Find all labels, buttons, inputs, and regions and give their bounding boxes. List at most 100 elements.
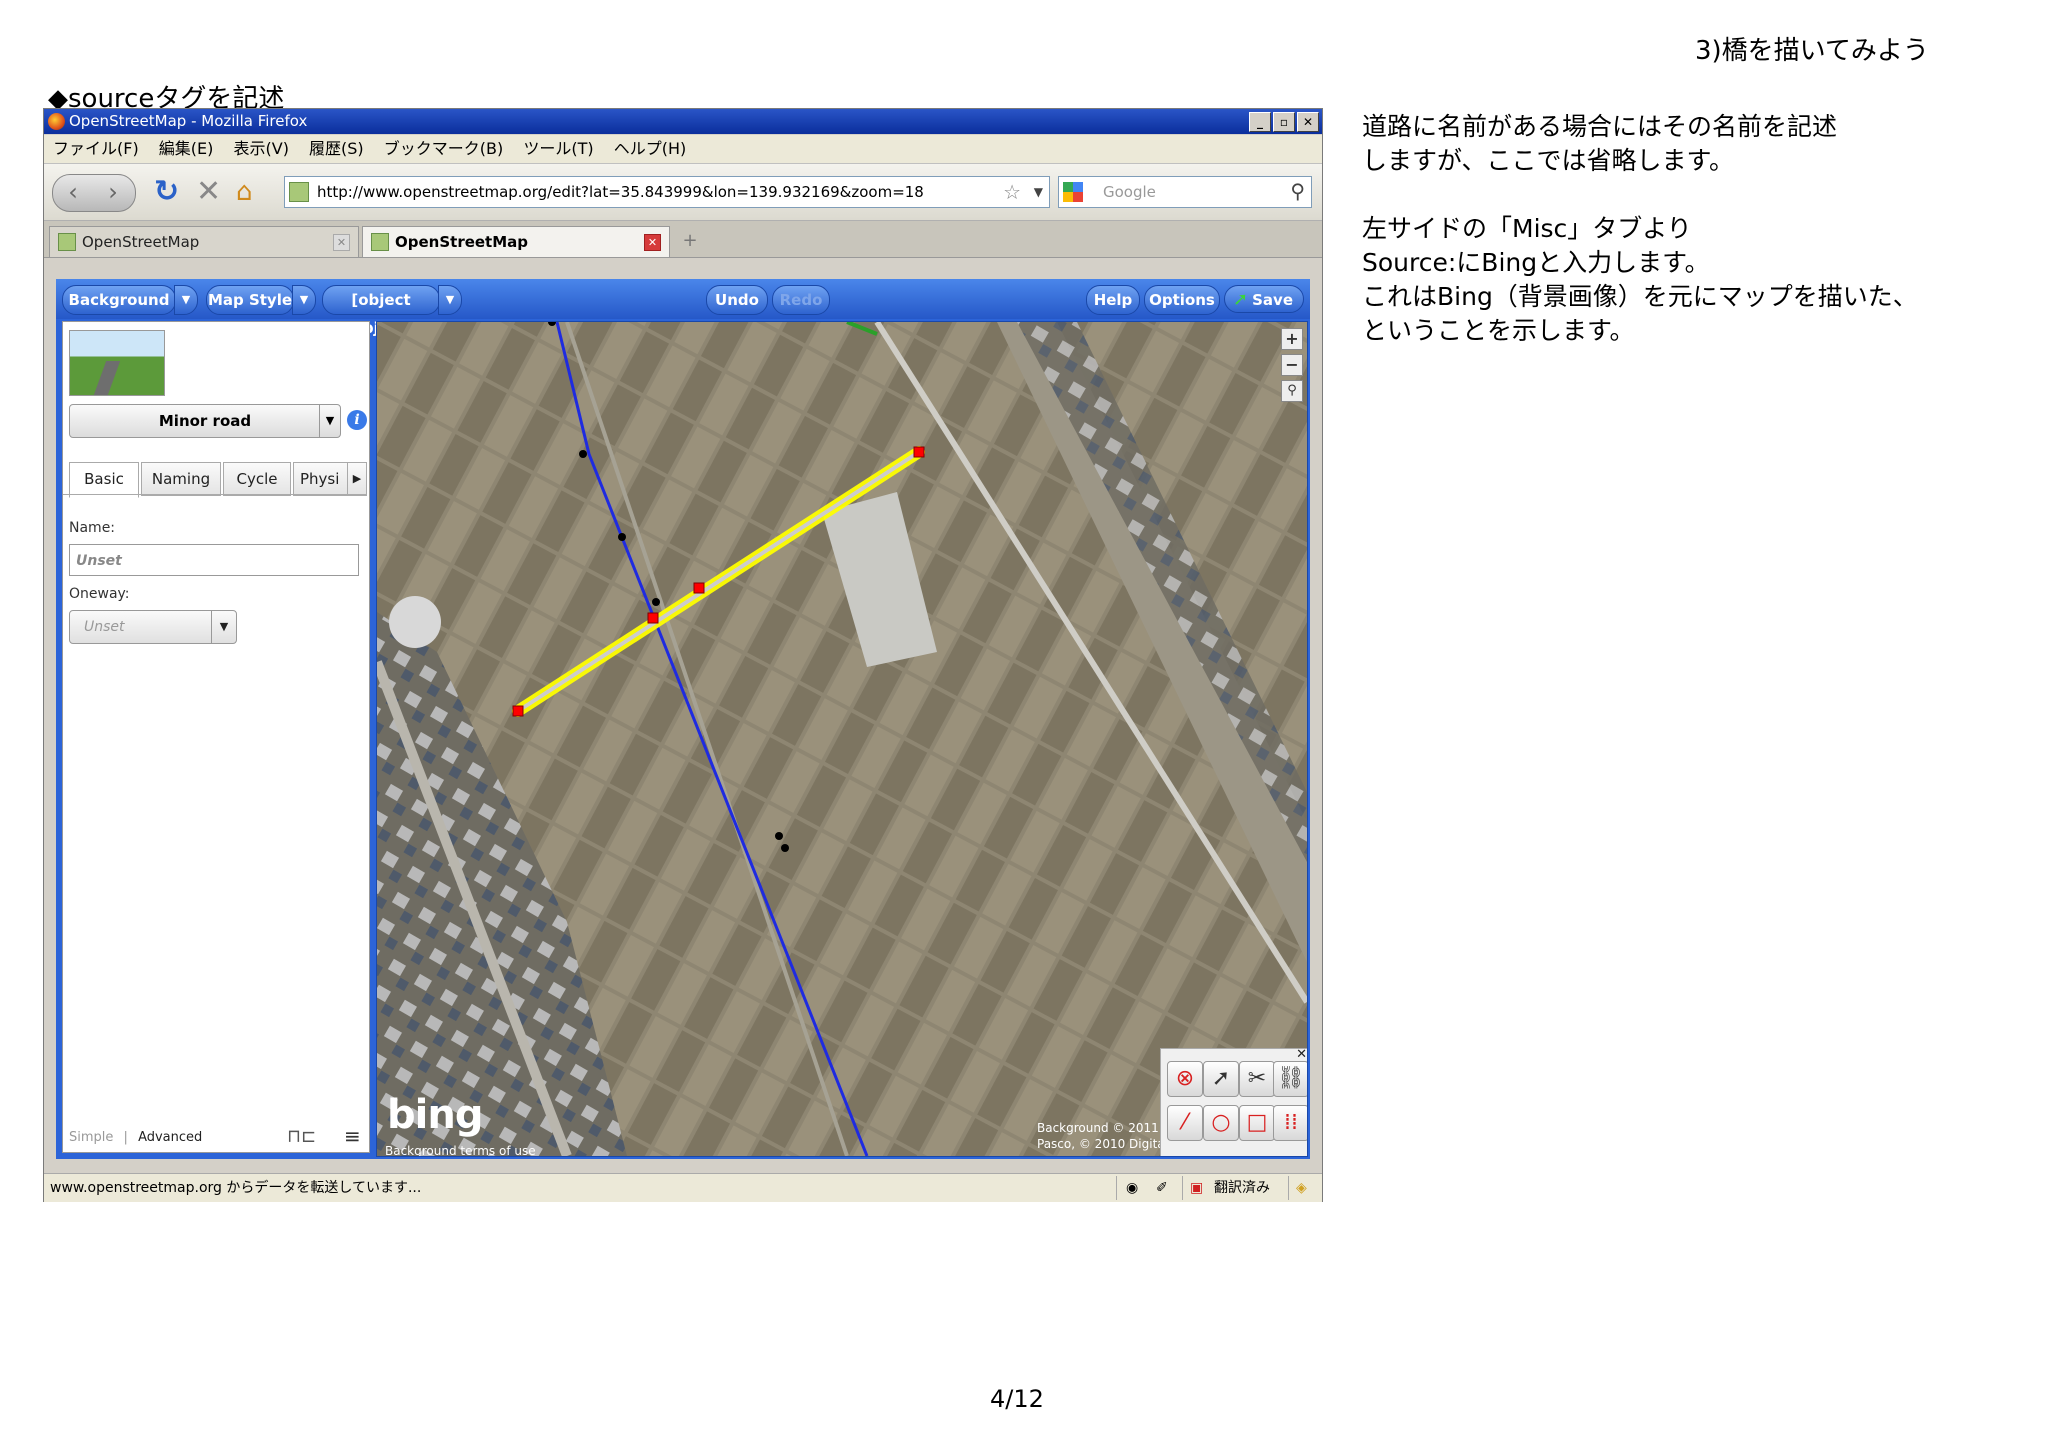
tab-divider	[63, 494, 367, 495]
background-button[interactable]: Background	[62, 285, 176, 315]
feature-thumbnail	[69, 330, 165, 396]
url-dropdown-icon[interactable]: ▼	[1034, 177, 1043, 207]
redo-button[interactable]: Redo	[772, 285, 830, 315]
map-style-dropdown-icon[interactable]: ▼	[292, 285, 316, 315]
minimize-button[interactable]: _	[1249, 112, 1271, 132]
status-icon-1[interactable]: ◉	[1126, 1176, 1138, 1200]
scissors-icon[interactable]: ✂	[1239, 1061, 1275, 1097]
bookmark-star-icon[interactable]: ☆	[1003, 177, 1021, 207]
potlatch-editor: Background ▼ Map Style ▼ [object Object]…	[56, 279, 1310, 1159]
zoom-search-icon[interactable]: ⚲	[1281, 380, 1303, 402]
link-icon[interactable]: ⛓	[1273, 1061, 1307, 1097]
status-bar: www.openstreetmap.org からデータを転送しています... ◉…	[44, 1173, 1322, 1202]
arrow-icon[interactable]: ➚	[1203, 1061, 1239, 1097]
square-icon[interactable]: □	[1239, 1105, 1275, 1141]
tab-naming[interactable]: Naming	[141, 462, 221, 496]
cancel-icon[interactable]: ⊗	[1167, 1061, 1203, 1097]
line-icon[interactable]: ⁄	[1167, 1105, 1203, 1141]
bing-logo: bing	[387, 1092, 483, 1138]
search-icon[interactable]: ⚲	[1290, 176, 1305, 206]
tab-cycle[interactable]: Cycle	[223, 462, 291, 496]
url-bar[interactable]: http://www.openstreetmap.org/edit?lat=35…	[284, 176, 1050, 208]
page-number: 4/12	[990, 1385, 1044, 1413]
menu-edit[interactable]: 編集(E)	[159, 139, 214, 158]
chevron-down-icon[interactable]: ▼	[319, 405, 340, 437]
help-button[interactable]: Help	[1086, 285, 1140, 315]
save-button[interactable]: ➚ Save	[1224, 285, 1304, 313]
menu-history[interactable]: 履歴(S)	[309, 139, 364, 158]
firefox-icon	[48, 113, 65, 130]
map-style-button[interactable]: Map Style	[206, 285, 294, 315]
page-header: 3)橋を描いてみよう	[1695, 36, 1929, 66]
tab-close-icon[interactable]: ✕	[644, 234, 661, 251]
google-icon[interactable]	[1063, 182, 1083, 202]
reload-icon[interactable]: ↻	[154, 174, 179, 210]
map-canvas[interactable]: + − ⚲ bing Background terms of use Backg…	[376, 321, 1308, 1157]
name-field[interactable]: Unset	[69, 544, 359, 576]
oneway-select[interactable]: Unset ▼	[69, 610, 237, 644]
search-bar[interactable]: Google ⚲	[1058, 176, 1312, 208]
tool-palette: ✕ ⊗ ➚ ✂ ⛓ ⁄ ○ □ ⁞⁞	[1160, 1047, 1307, 1156]
tab-bar: OpenStreetMap ✕ OpenStreetMap ✕ +	[44, 221, 1322, 258]
close-button[interactable]: ✕	[1297, 112, 1319, 132]
description: 道路に名前がある場合にはその名前を記述 しますが、ここでは省略します。 左サイド…	[1362, 110, 2002, 348]
menu-bookmarks[interactable]: ブックマーク(B)	[384, 139, 503, 158]
zoom-in-icon[interactable]: +	[1281, 328, 1303, 350]
menu-view[interactable]: 表示(V)	[234, 139, 289, 158]
chevron-down-icon[interactable]: ▼	[211, 611, 236, 643]
save-label: Save	[1252, 291, 1293, 309]
navigation-toolbar: ‹ › ↻ ✕ ⌂ http://www.openstreetmap.org/ed…	[44, 164, 1322, 221]
description-line: しますが、ここでは省略します。	[1362, 146, 1735, 175]
tab-label: OpenStreetMap	[395, 233, 529, 251]
panel-footer: Simple | Advanced ⊓⊏ ≡	[69, 1124, 361, 1148]
translate-status[interactable]: 翻訳済み	[1214, 1176, 1270, 1200]
tab-openstreetmap-1[interactable]: OpenStreetMap ✕	[49, 226, 359, 257]
info-icon[interactable]: i	[347, 410, 367, 430]
tab-scroll-right-icon[interactable]: ▶	[347, 462, 367, 496]
tab-basic[interactable]: Basic	[69, 462, 139, 498]
options-button[interactable]: Options	[1144, 285, 1220, 315]
back-icon[interactable]: ‹	[53, 175, 93, 209]
editor-toolbar: Background ▼ Map Style ▼ [object Object]…	[56, 279, 1310, 337]
status-text: www.openstreetmap.org からデータを転送しています...	[50, 1180, 422, 1196]
description-line: 左サイドの「Misc」タブより	[1362, 214, 1692, 243]
description-line: これはBing（背景画像）を元にマップを描いた、	[1362, 282, 1918, 311]
home-icon[interactable]: ⌂	[236, 174, 253, 210]
tab-favicon	[371, 233, 389, 251]
browser-window: OpenStreetMap - Mozilla Firefox _ ▫ ✕ ファ…	[43, 108, 1323, 1202]
object-dropdown-icon[interactable]: ▼	[438, 285, 462, 315]
flag-icon[interactable]: ▣	[1190, 1176, 1203, 1200]
undo-button[interactable]: Undo	[706, 285, 768, 315]
tab-physical[interactable]: Physi	[293, 462, 349, 496]
new-tab-icon[interactable]: +	[675, 226, 705, 256]
restore-button[interactable]: ▫	[1273, 112, 1295, 132]
save-icon: ➚	[1233, 289, 1249, 310]
relation-icon[interactable]: ⊓⊏	[287, 1126, 316, 1147]
background-terms-link[interactable]: Background terms of use	[385, 1144, 536, 1156]
object-button[interactable]: [object Object]	[322, 285, 440, 337]
menu-tools[interactable]: ツール(T)	[523, 139, 593, 158]
oneway-value: Unset	[84, 619, 125, 635]
forward-icon[interactable]: ›	[93, 175, 133, 209]
search-placeholder: Google	[1103, 183, 1156, 201]
tab-openstreetmap-2[interactable]: OpenStreetMap ✕	[362, 226, 670, 257]
tab-close-icon[interactable]: ✕	[333, 234, 350, 251]
name-label: Name:	[69, 520, 116, 536]
menu-file[interactable]: ファイル(F)	[53, 139, 139, 158]
simple-link[interactable]: Simple	[69, 1130, 113, 1145]
status-icon-2[interactable]: ✐	[1156, 1176, 1168, 1200]
background-dropdown-icon[interactable]: ▼	[174, 285, 198, 315]
addon-icon[interactable]: ◈	[1296, 1176, 1307, 1200]
stop-icon[interactable]: ✕	[196, 174, 221, 210]
url-text: http://www.openstreetmap.org/edit?lat=35…	[317, 183, 924, 201]
close-palette-icon[interactable]: ✕	[1296, 1047, 1307, 1062]
menu-help[interactable]: ヘルプ(H)	[614, 139, 687, 158]
menu-bar: ファイル(F) 編集(E) 表示(V) 履歴(S) ブックマーク(B) ツール(…	[44, 135, 1322, 164]
advanced-link[interactable]: Advanced	[138, 1130, 202, 1145]
dots-icon[interactable]: ⁞⁞	[1273, 1105, 1307, 1141]
feature-type-select[interactable]: Minor road ▼	[69, 404, 341, 438]
list-icon[interactable]: ≡	[344, 1124, 361, 1148]
description-spacer	[1362, 178, 2002, 212]
circle-icon[interactable]: ○	[1203, 1105, 1239, 1141]
zoom-out-icon[interactable]: −	[1281, 354, 1303, 376]
